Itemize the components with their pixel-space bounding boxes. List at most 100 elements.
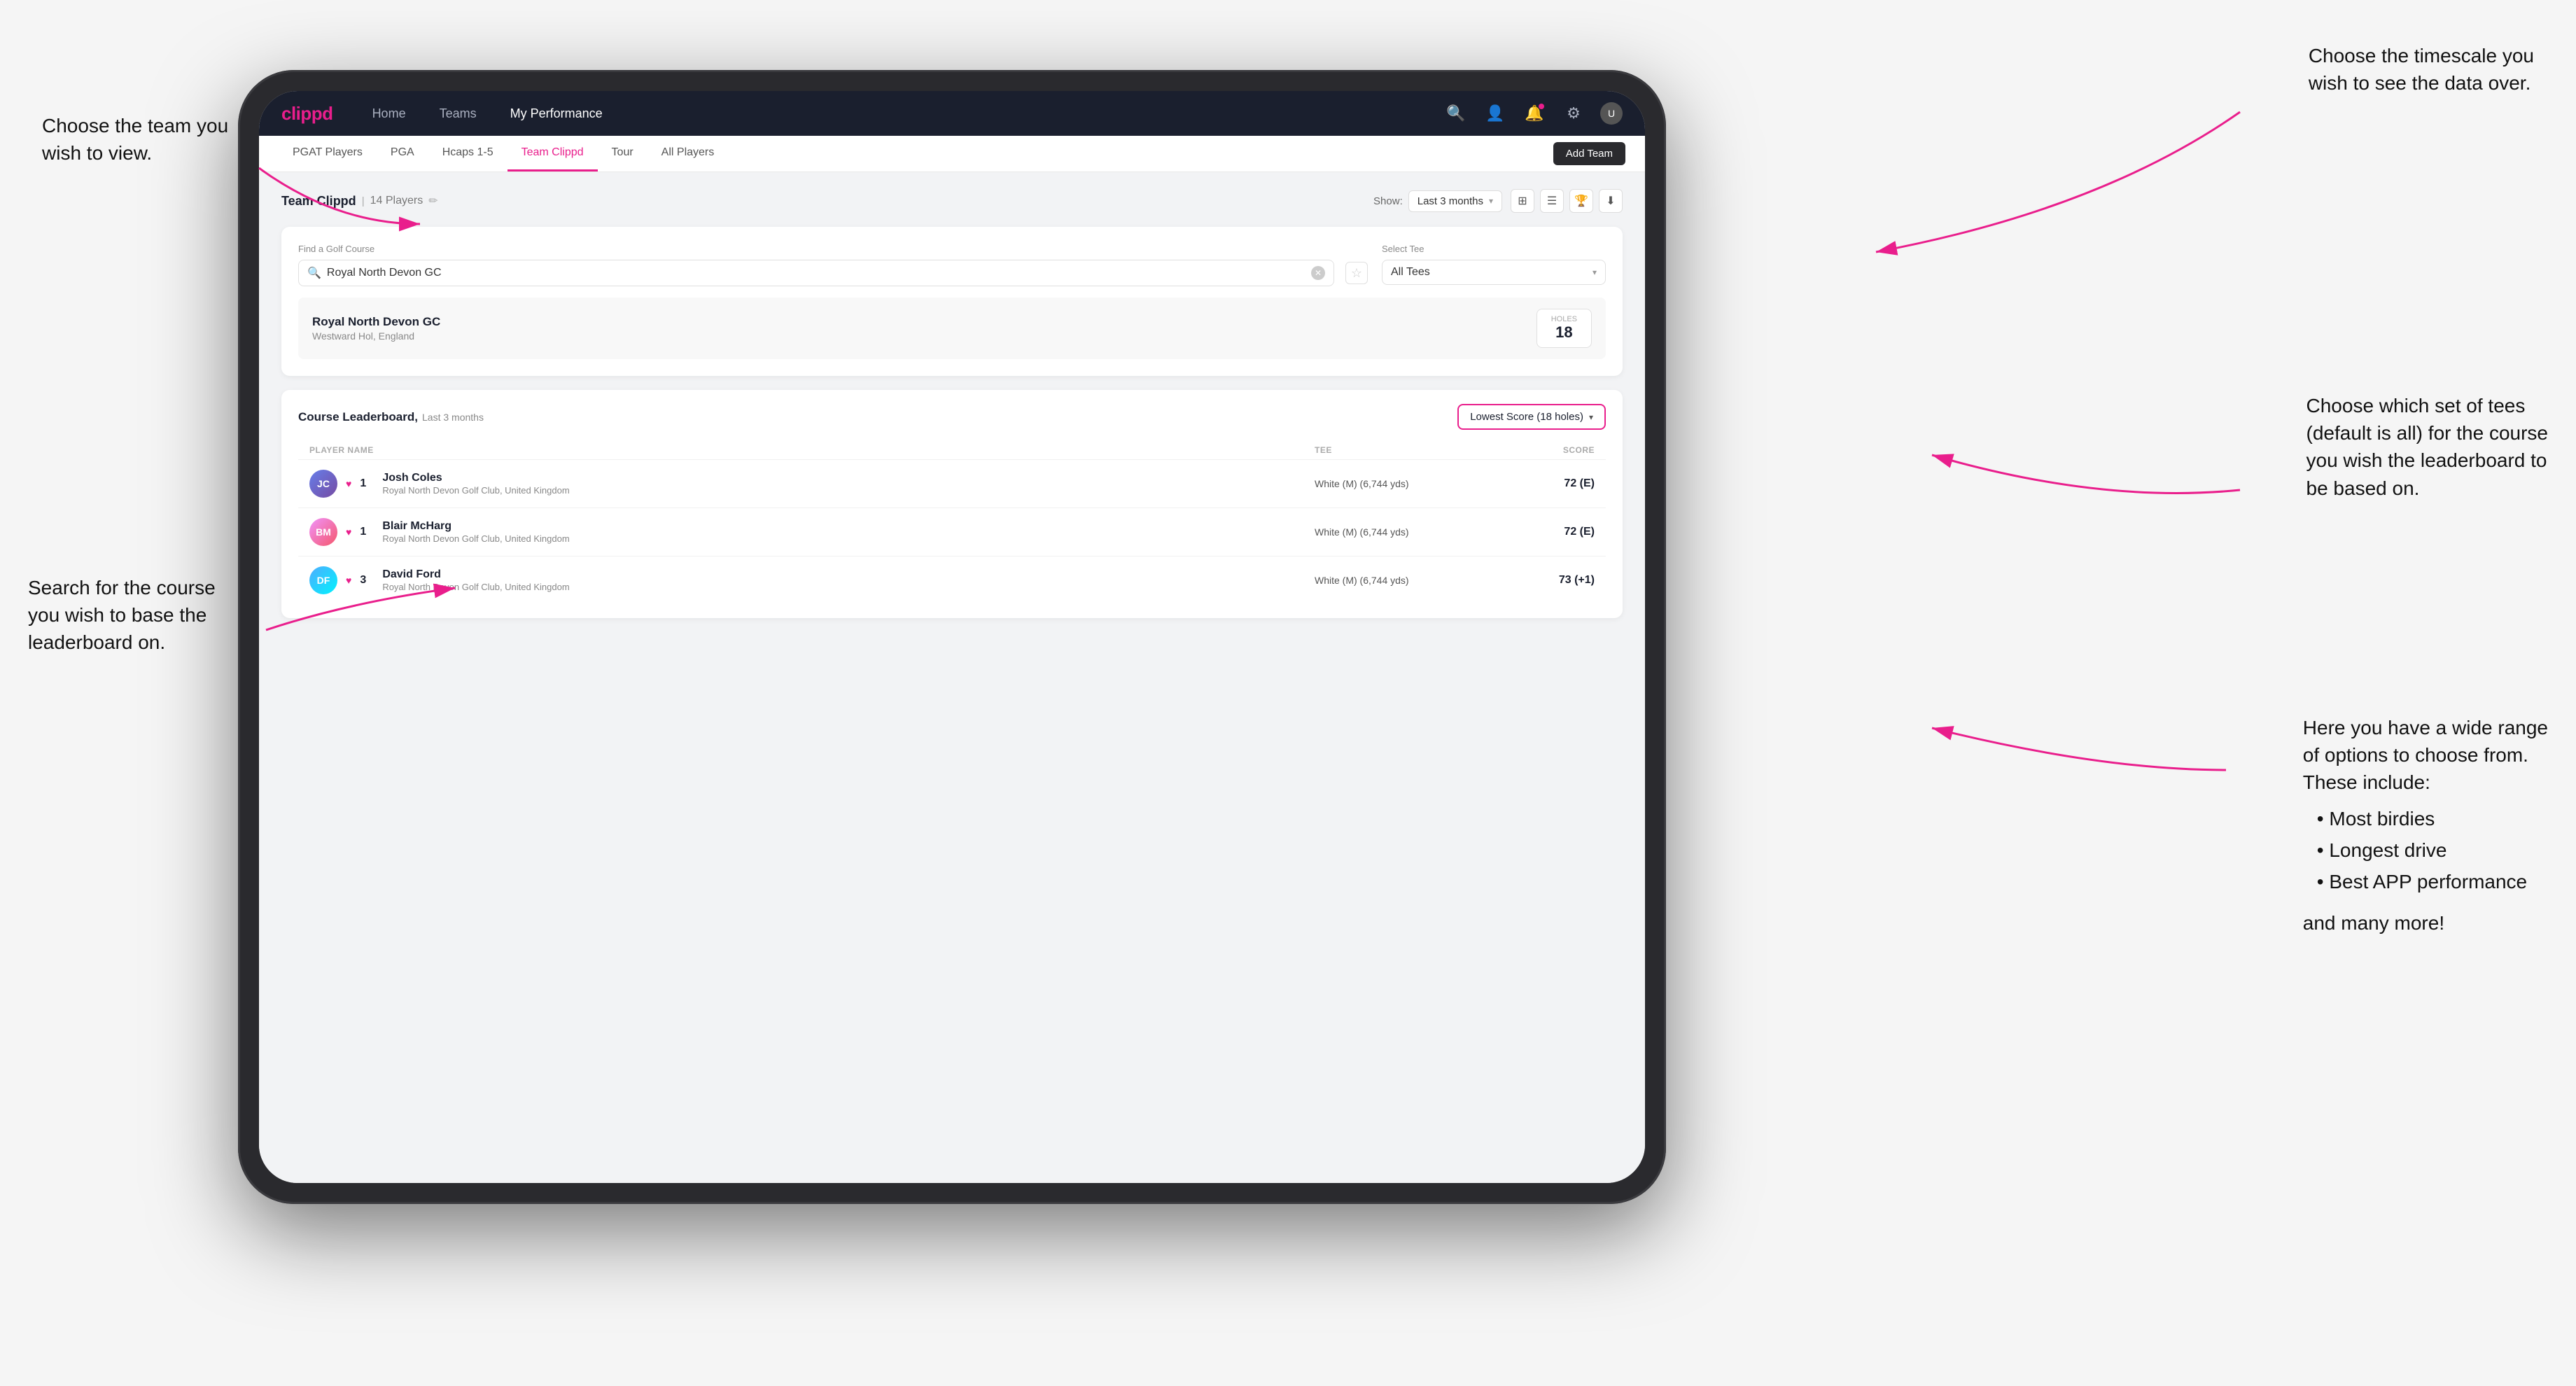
tee-select-col: Select Tee All Tees ▾ xyxy=(1382,244,1606,285)
course-name: Royal North Devon GC xyxy=(312,315,440,329)
player-name: David Ford xyxy=(382,568,569,581)
table-header: PLAYER NAME TEE SCORE xyxy=(298,441,1606,459)
score-type-label: Lowest Score (18 holes) xyxy=(1470,411,1583,423)
download-icon[interactable]: ⬇ xyxy=(1599,189,1623,213)
rank-number: 1 xyxy=(360,477,374,490)
subnav: PGAT Players PGA Hcaps 1-5 Team Clippd T… xyxy=(259,136,1645,172)
subnav-pgat[interactable]: PGAT Players xyxy=(279,136,377,172)
col-tee-header: TEE xyxy=(1315,445,1511,455)
rank-number: 3 xyxy=(360,574,374,587)
player-score: 73 (+1) xyxy=(1511,574,1595,587)
chevron-down-icon: ▾ xyxy=(1489,196,1493,206)
leaderboard-subtitle: Last 3 months xyxy=(422,412,484,423)
rank-number: 1 xyxy=(360,526,374,538)
edit-icon[interactable]: ✏ xyxy=(428,194,438,208)
add-team-button[interactable]: Add Team xyxy=(1553,142,1625,165)
list-view-button[interactable]: ☰ xyxy=(1540,189,1564,213)
bullet-2: • Longest drive xyxy=(2317,836,2548,864)
player-club: Royal North Devon Golf Club, United King… xyxy=(382,533,569,544)
search-icon-inner: 🔍 xyxy=(307,266,321,280)
show-label: Show: xyxy=(1373,195,1403,207)
find-course-label: Find a Golf Course xyxy=(298,244,1368,254)
subnav-hcaps[interactable]: Hcaps 1-5 xyxy=(428,136,507,172)
table-row[interactable]: DF ♥ 3 David Ford Royal North Devon Golf… xyxy=(298,556,1606,604)
notification-icon[interactable]: 🔔 xyxy=(1522,101,1547,126)
main-content: Team Clippd | 14 Players ✏ Show: Last 3 … xyxy=(259,172,1645,1183)
player-score: 72 (E) xyxy=(1511,526,1595,538)
player-avatar: BM xyxy=(309,518,337,546)
player-score: 72 (E) xyxy=(1511,477,1595,490)
player-tee: White (M) (6,744 yds) xyxy=(1315,526,1511,538)
leaderboard-header: Course Leaderboard, Last 3 months Lowest… xyxy=(298,404,1606,430)
player-details: Josh Coles Royal North Devon Golf Club, … xyxy=(382,472,569,496)
player-info-left: BM ♥ 1 Blair McHarg Royal North Devon Go… xyxy=(309,518,1315,546)
bullet-1: • Most birdies xyxy=(2317,805,2548,832)
grid-view-button[interactable]: ⊞ xyxy=(1511,189,1534,213)
player-avatar: JC xyxy=(309,470,337,498)
course-search-input[interactable]: Royal North Devon GC xyxy=(327,267,1306,279)
score-type-select-button[interactable]: Lowest Score (18 holes) ▾ xyxy=(1457,404,1606,430)
leaderboard-table: PLAYER NAME TEE SCORE JC ♥ 1 Josh Coles xyxy=(298,441,1606,604)
player-info-left: JC ♥ 1 Josh Coles Royal North Devon Golf… xyxy=(309,470,1315,498)
course-holes-box: Holes 18 xyxy=(1536,309,1592,348)
trophy-icon[interactable]: 🏆 xyxy=(1569,189,1593,213)
tee-label: Select Tee xyxy=(1382,244,1606,254)
course-search-col: Find a Golf Course 🔍 Royal North Devon G… xyxy=(298,244,1368,286)
subnav-pga[interactable]: PGA xyxy=(377,136,428,172)
app-logo: clippd xyxy=(281,103,333,125)
annotation-bottom-right: Here you have a wide range of options to… xyxy=(2303,714,2548,937)
player-club: Royal North Devon Golf Club, United King… xyxy=(382,485,569,496)
team-title: Team Clippd xyxy=(281,194,356,209)
col-player-header: PLAYER NAME xyxy=(309,445,1315,455)
player-name: Josh Coles xyxy=(382,472,569,484)
col-score-header: SCORE xyxy=(1511,445,1595,455)
table-row[interactable]: JC ♥ 1 Josh Coles Royal North Devon Golf… xyxy=(298,459,1606,507)
user-avatar[interactable]: U xyxy=(1600,102,1623,125)
nav-home[interactable]: Home xyxy=(367,104,412,124)
profile-icon[interactable]: 👤 xyxy=(1483,101,1508,126)
notification-dot xyxy=(1539,104,1544,109)
tee-chevron-icon: ▾ xyxy=(1592,267,1597,277)
search-clear-button[interactable]: ✕ xyxy=(1311,266,1325,280)
subnav-team-clippd[interactable]: Team Clippd xyxy=(507,136,598,172)
favourite-button[interactable]: ☆ xyxy=(1345,262,1368,284)
player-tee: White (M) (6,744 yds) xyxy=(1315,478,1511,489)
course-info: Royal North Devon GC Westward Hol, Engla… xyxy=(312,315,440,342)
heart-icon: ♥ xyxy=(346,575,351,586)
search-row: Find a Golf Course 🔍 Royal North Devon G… xyxy=(298,244,1606,286)
settings-icon[interactable]: ⚙ xyxy=(1561,101,1586,126)
annotation-bottom-left: Search for the course you wish to base t… xyxy=(28,574,216,657)
annotation-top-right: Choose the timescale you wish to see the… xyxy=(2309,42,2534,97)
team-count: 14 Players xyxy=(370,195,424,207)
heart-icon: ♥ xyxy=(346,478,351,489)
search-icon[interactable]: 🔍 xyxy=(1443,101,1469,126)
player-details: David Ford Royal North Devon Golf Club, … xyxy=(382,568,569,592)
bullet-3: • Best APP performance xyxy=(2317,868,2548,895)
nav-teams[interactable]: Teams xyxy=(434,104,482,124)
navbar: clippd Home Teams My Performance 🔍 👤 🔔 ⚙… xyxy=(259,91,1645,136)
subnav-tour[interactable]: Tour xyxy=(598,136,648,172)
player-club: Royal North Devon Golf Club, United King… xyxy=(382,582,569,592)
nav-my-performance[interactable]: My Performance xyxy=(505,104,608,124)
view-icons: ⊞ ☰ 🏆 ⬇ xyxy=(1511,189,1623,213)
show-timescale-select[interactable]: Last 3 months ▾ xyxy=(1408,190,1502,212)
team-separator: | xyxy=(362,195,365,207)
team-header-row: Team Clippd | 14 Players ✏ Show: Last 3 … xyxy=(281,189,1623,213)
course-result[interactable]: Royal North Devon GC Westward Hol, Engla… xyxy=(298,298,1606,359)
player-name: Blair McHarg xyxy=(382,520,569,533)
course-search-input-wrap: 🔍 Royal North Devon GC ✕ xyxy=(298,260,1334,286)
search-panel: Find a Golf Course 🔍 Royal North Devon G… xyxy=(281,227,1623,376)
score-chevron-icon: ▾ xyxy=(1589,412,1593,422)
holes-number: 18 xyxy=(1551,323,1577,342)
course-location: Westward Hol, England xyxy=(312,330,440,342)
table-row[interactable]: BM ♥ 1 Blair McHarg Royal North Devon Go… xyxy=(298,507,1606,556)
tablet-screen: clippd Home Teams My Performance 🔍 👤 🔔 ⚙… xyxy=(259,91,1645,1183)
tee-dropdown[interactable]: All Tees ▾ xyxy=(1382,260,1606,285)
player-avatar: DF xyxy=(309,566,337,594)
leaderboard-title: Course Leaderboard, xyxy=(298,410,418,424)
leaderboard-panel: Course Leaderboard, Last 3 months Lowest… xyxy=(281,390,1623,618)
player-tee: White (M) (6,744 yds) xyxy=(1315,575,1511,586)
player-details: Blair McHarg Royal North Devon Golf Club… xyxy=(382,520,569,544)
subnav-all-players[interactable]: All Players xyxy=(648,136,729,172)
player-info-left: DF ♥ 3 David Ford Royal North Devon Golf… xyxy=(309,566,1315,594)
